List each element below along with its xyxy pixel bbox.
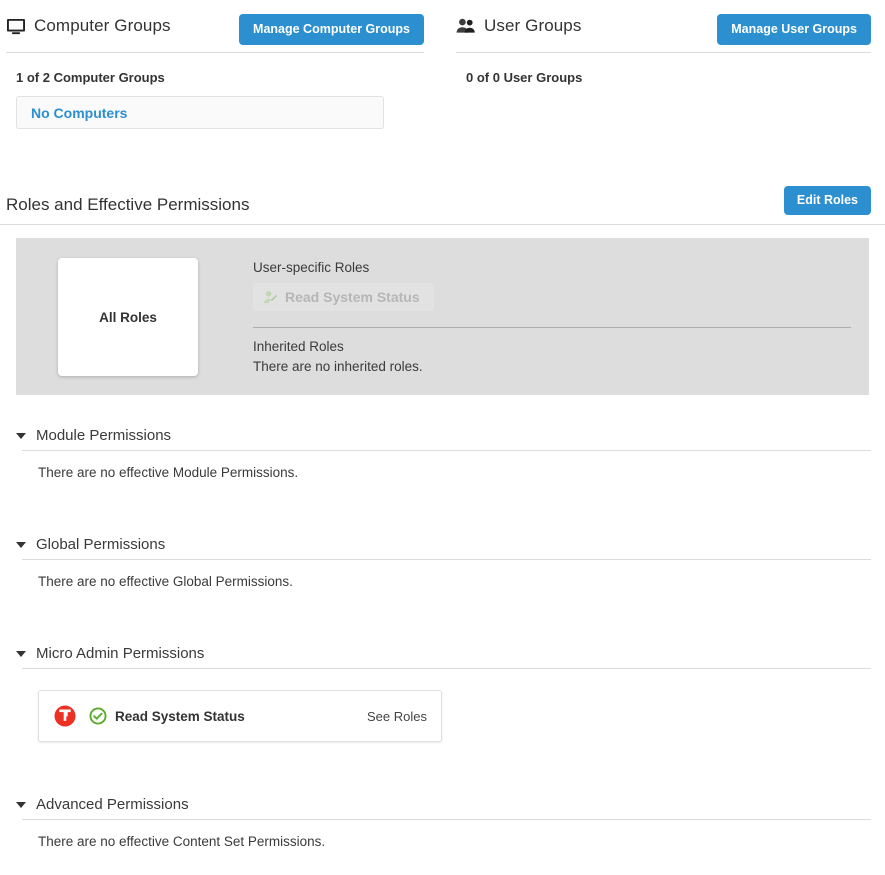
user-edit-icon — [263, 290, 278, 305]
check-circle-icon — [89, 707, 107, 725]
monitor-icon — [6, 16, 26, 36]
see-roles-link[interactable]: See Roles — [367, 709, 427, 724]
micro-admin-permissions-title: Micro Admin Permissions — [36, 645, 205, 662]
computer-group-item[interactable]: No Computers — [16, 96, 384, 129]
user-groups-header: User Groups Manage User Groups — [456, 0, 871, 53]
tanium-logo-icon — [53, 704, 77, 728]
module-permissions-toggle[interactable]: Module Permissions — [6, 427, 871, 450]
section-rule — [22, 668, 871, 669]
caret-down-icon — [16, 432, 26, 439]
section-module-permissions: Module Permissions There are no effectiv… — [0, 427, 885, 480]
all-roles-card[interactable]: All Roles — [58, 258, 198, 376]
all-roles-label: All Roles — [99, 309, 157, 325]
groups-summary-row: Computer Groups Manage Computer Groups 1… — [0, 0, 885, 129]
caret-down-icon — [16, 541, 26, 548]
user-groups-count: 0 of 0 User Groups — [466, 70, 583, 85]
user-specific-roles-heading: User-specific Roles — [253, 260, 370, 275]
computer-group-item-label[interactable]: No Computers — [31, 105, 127, 121]
caret-down-icon — [16, 650, 26, 657]
caret-down-icon — [16, 801, 26, 808]
user-groups-title: User Groups — [484, 16, 582, 35]
micro-admin-permission-card[interactable]: Read System Status See Roles — [38, 690, 442, 742]
global-permissions-toggle[interactable]: Global Permissions — [6, 536, 871, 559]
inherited-roles-heading: Inherited Roles — [253, 339, 344, 354]
computer-groups-title: Computer Groups — [34, 16, 171, 35]
advanced-permissions-title: Advanced Permissions — [36, 796, 189, 813]
global-permissions-title: Global Permissions — [36, 536, 166, 553]
micro-admin-permission-label: Read System Status — [115, 708, 245, 724]
role-chip-label: Read System Status — [285, 289, 420, 305]
roles-divider — [253, 327, 851, 328]
roles-section-title: Roles and Effective Permissions — [6, 195, 250, 214]
module-permissions-title: Module Permissions — [36, 427, 172, 444]
user-groups-panel: User Groups Manage User Groups 0 of 0 Us… — [440, 0, 885, 129]
roles-panel: All Roles User-specific Roles Read Syste… — [16, 238, 869, 395]
roles-section-header: Roles and Effective Permissions Edit Rol… — [0, 184, 885, 225]
roles-detail: User-specific Roles Read System Status I… — [253, 258, 851, 377]
computer-groups-count: 1 of 2 Computer Groups — [16, 70, 165, 85]
section-micro-admin-permissions: Micro Admin Permissions Read System Stat… — [0, 645, 885, 742]
role-chip-read-system-status[interactable]: Read System Status — [253, 283, 434, 311]
manage-user-groups-button[interactable]: Manage User Groups — [717, 14, 871, 45]
computer-groups-panel: Computer Groups Manage Computer Groups 1… — [0, 0, 440, 129]
section-global-permissions: Global Permissions There are no effectiv… — [0, 536, 885, 589]
advanced-permissions-empty: There are no effective Content Set Permi… — [38, 834, 326, 849]
advanced-permissions-toggle[interactable]: Advanced Permissions — [6, 796, 871, 819]
section-advanced-permissions: Advanced Permissions There are no effect… — [0, 796, 885, 849]
global-permissions-empty: There are no effective Global Permission… — [38, 574, 293, 589]
module-permissions-empty: There are no effective Module Permission… — [38, 465, 299, 480]
manage-computer-groups-button[interactable]: Manage Computer Groups — [239, 14, 424, 45]
edit-roles-button[interactable]: Edit Roles — [783, 186, 871, 215]
micro-admin-permissions-toggle[interactable]: Micro Admin Permissions — [6, 645, 871, 668]
inherited-roles-empty: There are no inherited roles. — [253, 359, 423, 374]
computer-groups-header: Computer Groups Manage Computer Groups — [6, 0, 424, 53]
users-icon — [456, 16, 476, 36]
